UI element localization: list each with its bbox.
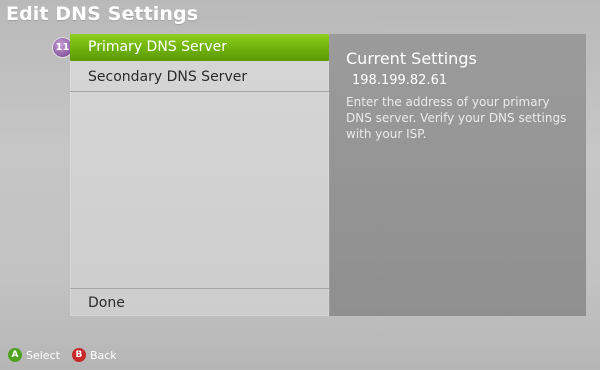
a-button-icon: A — [8, 348, 22, 362]
back-hint-label: Back — [89, 348, 117, 362]
info-description: Enter the address of your primary DNS se… — [346, 95, 567, 141]
menu-divider — [70, 288, 329, 289]
page-title: Edit DNS Settings — [6, 3, 199, 25]
menu-item-primary-dns[interactable]: Primary DNS Server — [70, 34, 329, 61]
done-button[interactable]: Done — [70, 290, 329, 317]
info-title: Current Settings — [346, 49, 477, 68]
b-button-icon: B — [71, 348, 86, 362]
menu-divider — [70, 91, 329, 92]
settings-menu: Primary DNS Server Secondary DNS Server … — [70, 34, 330, 316]
menu-item-secondary-dns[interactable]: Secondary DNS Server — [70, 64, 329, 91]
current-settings-panel: Current Settings 198.199.82.61 Enter the… — [330, 34, 586, 316]
controller-hints: A Select B Back — [8, 346, 117, 364]
select-hint-label: Select — [26, 348, 60, 362]
current-ip-value: 198.199.82.61 — [352, 73, 448, 88]
